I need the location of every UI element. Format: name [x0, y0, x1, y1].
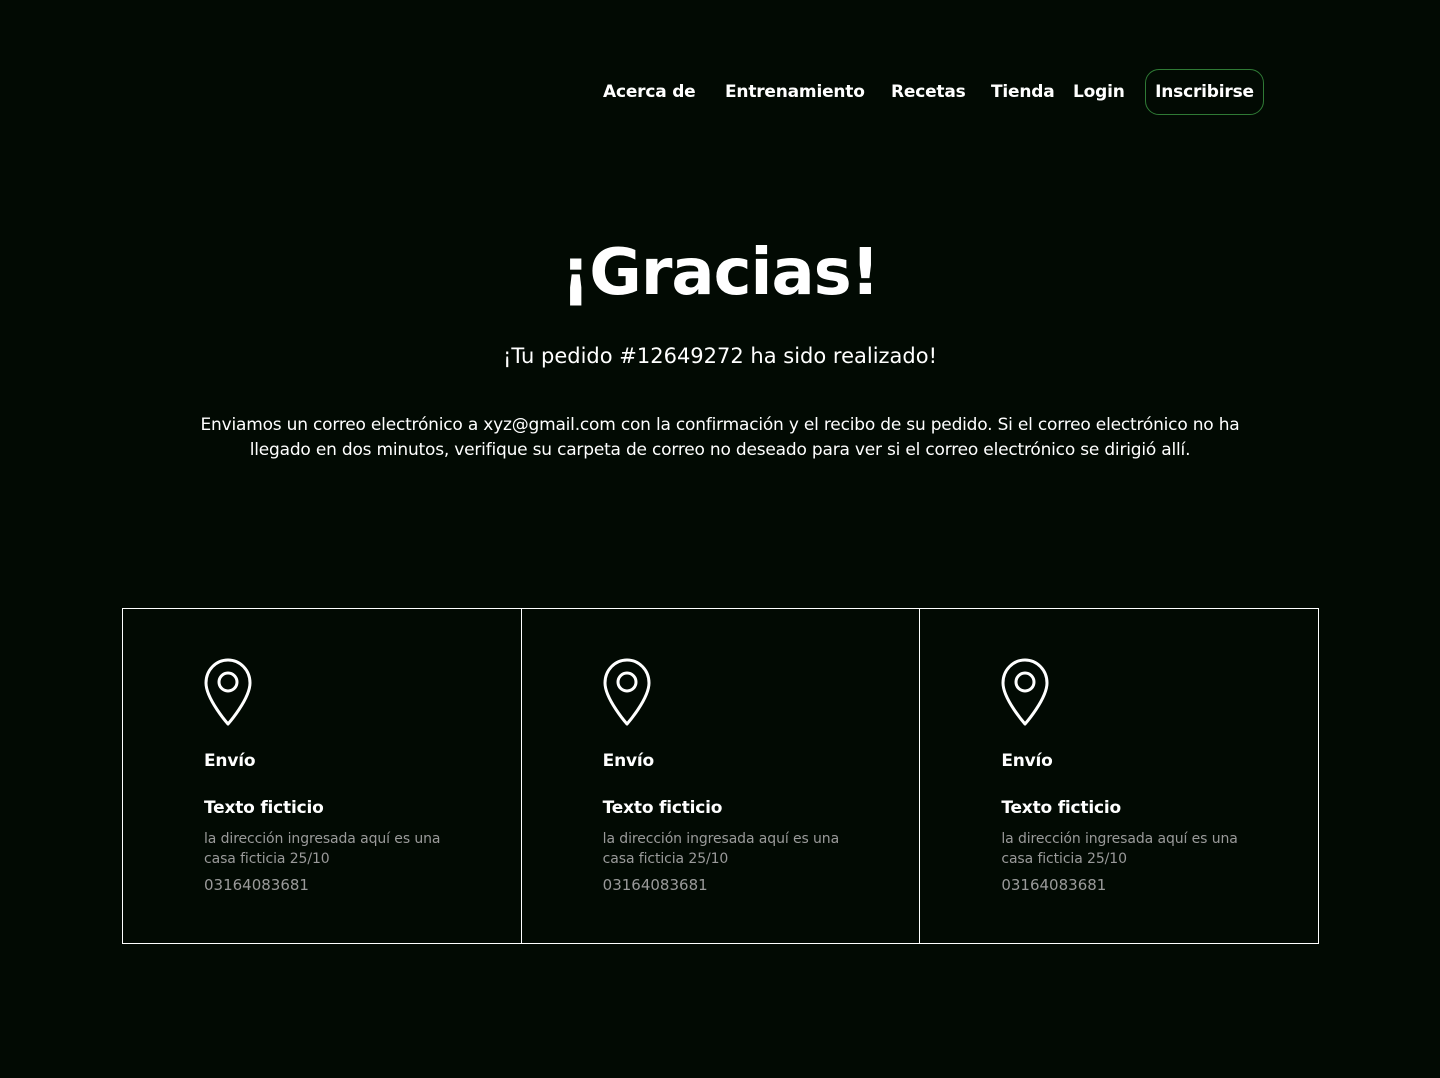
top-navigation: Acerca de Entrenamiento Recetas Tienda L…	[0, 69, 1440, 117]
page-title: ¡Gracias!	[561, 236, 880, 310]
shipping-card: Envío Texto ficticio la dirección ingres…	[123, 609, 522, 943]
card-title: Envío	[204, 751, 256, 771]
card-phone: 03164083681	[1001, 876, 1107, 894]
location-pin-icon	[1001, 658, 1049, 726]
card-phone: 03164083681	[602, 876, 708, 894]
card-phone: 03164083681	[204, 876, 309, 894]
card-address: la dirección ingresada aquí es una casa …	[204, 831, 441, 867]
shipping-card: Envío Texto ficticio la dirección ingres…	[920, 609, 1318, 943]
nav-link-recetas[interactable]: Recetas	[891, 82, 966, 102]
card-title: Envío	[602, 751, 655, 771]
card-name: Texto ficticio	[204, 798, 324, 818]
card-title: Envío	[1001, 751, 1053, 771]
location-pin-icon	[204, 658, 252, 726]
location-pin-icon	[603, 658, 651, 726]
signup-button[interactable]: Inscribirse	[1145, 69, 1264, 115]
card-address: la dirección ingresada aquí es una casa …	[1001, 831, 1238, 867]
card-name: Texto ficticio	[1001, 798, 1121, 818]
shipping-card: Envío Texto ficticio la dirección ingres…	[522, 609, 921, 943]
nav-link-entrenamiento[interactable]: Entrenamiento	[725, 82, 865, 102]
nav-link-acerca-de[interactable]: Acerca de	[603, 82, 696, 102]
nav-link-tienda[interactable]: Tienda	[991, 82, 1055, 102]
shipping-cards: Envío Texto ficticio la dirección ingres…	[122, 608, 1319, 944]
card-address: la dirección ingresada aquí es una casa …	[602, 831, 840, 867]
card-name: Texto ficticio	[602, 798, 723, 818]
nav-link-login[interactable]: Login	[1073, 82, 1125, 102]
order-confirmation-subtitle: ¡Tu pedido #12649272 ha sido realizado!	[502, 344, 938, 368]
confirmation-message: Enviamos un correo electrónico a xyz@gma…	[200, 415, 1240, 460]
